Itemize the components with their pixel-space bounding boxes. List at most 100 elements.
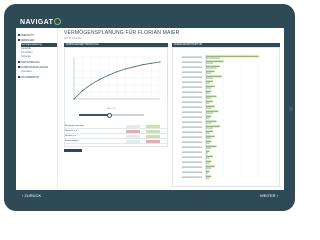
bar-series-2: [206, 117, 210, 119]
sidebar-item-label: ÜBERSICHT: [20, 34, 35, 37]
summary-row: Sparrate p.a.: [64, 130, 168, 134]
back-label: ZURÜCK: [24, 192, 42, 198]
bar-series-1: [206, 120, 217, 123]
data-point: [133, 66, 135, 68]
bar-series-2: [206, 62, 213, 64]
bar-series-1: [206, 55, 259, 58]
age-slider-track[interactable]: [109, 114, 144, 116]
bar-series-1: [206, 135, 215, 138]
category-label-mark: [182, 111, 202, 113]
category-label-mark: [182, 71, 202, 73]
bar-series-1: [206, 140, 212, 143]
summary-value-a: [126, 135, 140, 139]
category-label-mark: [182, 176, 202, 178]
summary-value-a: [126, 130, 140, 134]
sidebar-item[interactable]: VERMÖGEN: [18, 39, 57, 43]
sidebar-item-label: Vermögensplanung: [21, 43, 42, 46]
bar-series-1: [206, 75, 222, 78]
bar-series-2: [206, 172, 208, 174]
back-button[interactable]: ‹ ZURÜCK: [22, 193, 41, 198]
bar-series-2: [206, 177, 210, 179]
sidebar-item[interactable]: Vorsorge: [21, 55, 57, 59]
summary-row-label: Endvermögen: [65, 140, 79, 142]
sidebar-item-label: Szenarien: [21, 70, 32, 73]
footer-bar: ‹ ZURÜCK WEITER ›: [16, 190, 284, 200]
category-label-mark: [182, 56, 202, 58]
camera-dot: [289, 107, 293, 111]
sidebar-item[interactable]: ÜBERSICHT: [18, 34, 57, 38]
app-screen: NAVIGAT ÜBERSICHT VERMÖGEN Vermögensplanun…: [16, 16, 284, 200]
category-label-mark: [182, 131, 202, 133]
bar-series-2: [206, 157, 210, 159]
data-point: [73, 98, 75, 100]
summary-row-label: Ausgangsvermögen: [65, 125, 85, 127]
wealth-structure-bar-chart: [182, 55, 277, 180]
data-point: [90, 83, 92, 85]
sidebar: ÜBERSICHT VERMÖGEN Vermögensplanung Liquidi…: [16, 28, 58, 188]
sidebar-item[interactable]: Szenarien: [21, 70, 57, 74]
age-slider-label: Alter: 62: [107, 108, 116, 110]
summary-value-b: [146, 130, 160, 134]
bar-series-1: [206, 65, 220, 68]
app-logo[interactable]: NAVIGAT: [20, 18, 61, 27]
category-label-mark: [182, 61, 202, 63]
right-panel-title: VERMÖGENSSTRUKTUR: [173, 43, 203, 46]
bar-series-1: [206, 150, 210, 153]
category-label-mark: [182, 101, 202, 103]
bar-series-1: [206, 175, 212, 178]
summary-value-b: [146, 140, 160, 144]
age-slider-handle[interactable]: [107, 112, 112, 118]
bar-series-1: [206, 100, 213, 103]
details-button[interactable]: [64, 149, 82, 152]
category-label-mark: [182, 96, 202, 98]
category-label-mark: [182, 166, 202, 168]
top-bar: NAVIGAT: [16, 16, 284, 28]
category-label-mark: [182, 141, 202, 143]
bar-series-1: [206, 90, 212, 93]
bar-series-2: [206, 57, 220, 59]
category-label-mark: [182, 91, 202, 93]
bar-series-1: [206, 95, 217, 98]
bar-series-2: [206, 147, 212, 149]
sidebar-item[interactable]: Vermögensplanung: [21, 43, 57, 47]
bar-series-2: [206, 77, 213, 79]
bar-series-1: [206, 125, 220, 128]
left-panel-title: VERMÖGENSENTWICKLUNG: [65, 43, 99, 46]
summary-value-b: [146, 135, 160, 139]
bar-series-1: [206, 85, 215, 88]
sidebar-item[interactable]: FINANZBERICHT: [18, 76, 57, 80]
sidebar-item-label: VERMÖGEN: [20, 39, 35, 42]
summary-row-label: Sparrate p.a.: [65, 130, 78, 132]
age-slider-filled[interactable]: [79, 114, 109, 116]
summary-value-a: [126, 125, 140, 129]
summary-value-a: [126, 140, 140, 144]
data-point: [142, 64, 144, 66]
bar-series-2: [206, 112, 213, 114]
bar-series-2: [206, 142, 210, 144]
bar-series-2: [206, 82, 210, 84]
sidebar-item[interactable]: VERSICHERUNG: [18, 61, 57, 65]
data-point: [82, 90, 84, 92]
next-button[interactable]: WEITER ›: [260, 193, 278, 198]
data-point: [159, 61, 161, 63]
bar-series-1: [206, 70, 215, 73]
page-subtitle: per 31.12.2022: [64, 37, 82, 40]
sidebar-item-label: Liquidität: [21, 47, 31, 50]
page-title: VERMÖGENSPLANUNG FÜR FLORIAN MAIER: [64, 30, 180, 36]
sidebar-item[interactable]: Immobilien: [21, 51, 57, 55]
sidebar-item-label: FINANZBERICHT: [20, 76, 40, 79]
data-point: [107, 74, 109, 76]
bar-series-1: [206, 145, 217, 148]
wealth-line-chart: [73, 56, 161, 100]
bar-series-2: [206, 152, 208, 154]
data-point: [150, 62, 152, 64]
bar-series-1: [206, 80, 213, 83]
bar-series-1: [206, 160, 212, 163]
bar-series-2: [206, 162, 210, 164]
sidebar-item[interactable]: RUHESTANDSPLANUNG: [18, 66, 57, 70]
data-point: [125, 68, 127, 70]
bar-series-2: [206, 72, 212, 74]
category-label-mark: [182, 81, 202, 83]
bar-series-1: [206, 130, 213, 133]
sidebar-item[interactable]: Liquidität: [21, 47, 57, 51]
